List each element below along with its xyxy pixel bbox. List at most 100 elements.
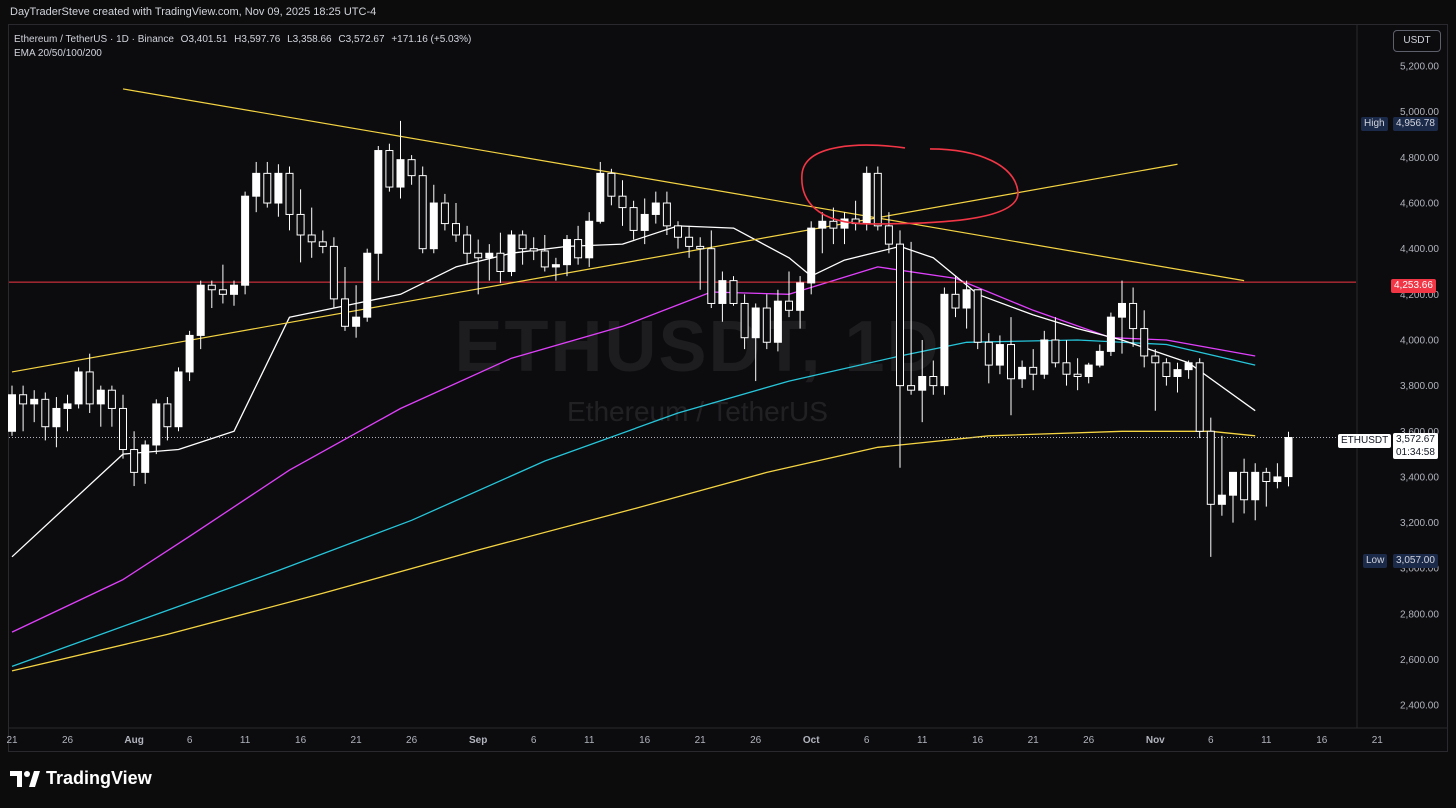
x-tick-label: 11 bbox=[1261, 735, 1272, 746]
candle-body bbox=[951, 293, 960, 309]
last-price-symbol-tag: ETHUSDT bbox=[1338, 434, 1392, 448]
candle-body bbox=[762, 307, 771, 343]
tradingview-logo[interactable]: TradingView bbox=[10, 768, 152, 789]
ema100-line bbox=[11, 339, 1256, 668]
x-tick-label: Aug bbox=[124, 735, 143, 746]
candle-body bbox=[696, 245, 705, 250]
candle-body bbox=[1140, 328, 1149, 357]
x-tick-label: Sep bbox=[469, 735, 487, 746]
candle-body bbox=[884, 225, 893, 245]
candle-body bbox=[818, 220, 827, 229]
x-tick-label: 21 bbox=[695, 735, 707, 746]
candle-body bbox=[440, 202, 449, 225]
price-chart[interactable]: 2,400.002,600.002,800.003,000.003,200.00… bbox=[0, 0, 1456, 752]
candle-body bbox=[551, 264, 560, 268]
candle-body bbox=[485, 252, 494, 259]
candle-body bbox=[1273, 476, 1282, 482]
candle-body bbox=[363, 252, 372, 318]
high-value-tag: 4,956.78 bbox=[1393, 117, 1438, 131]
y-tick-label: 3,200.00 bbox=[1400, 518, 1439, 529]
footer-bar bbox=[0, 752, 1456, 808]
tradingview-frame: DayTraderSteve created with TradingView.… bbox=[0, 0, 1456, 808]
candle-body bbox=[318, 241, 327, 247]
candle-body bbox=[285, 172, 294, 215]
currency-button[interactable]: USDT bbox=[1393, 30, 1441, 52]
x-tick-label: 16 bbox=[1316, 735, 1328, 746]
legend-close: C3,572.67 bbox=[338, 34, 385, 45]
candle-body bbox=[474, 252, 483, 259]
candle-body bbox=[729, 280, 738, 304]
candle-body bbox=[873, 172, 882, 227]
candle-body bbox=[629, 207, 638, 231]
candle-body bbox=[796, 282, 805, 311]
bar-countdown: 01:34:58 bbox=[1396, 447, 1435, 458]
candle-body bbox=[374, 150, 383, 254]
candle-body bbox=[496, 252, 505, 273]
candle-body bbox=[896, 243, 904, 387]
candle-body bbox=[1095, 350, 1104, 366]
candle-body bbox=[563, 239, 571, 266]
candle-body bbox=[463, 234, 472, 254]
candle-body bbox=[63, 403, 72, 409]
y-tick-label: 2,800.00 bbox=[1400, 609, 1439, 620]
candle-body bbox=[85, 371, 94, 405]
candle-body bbox=[19, 394, 28, 405]
candle-body bbox=[918, 376, 927, 391]
candle-body bbox=[96, 389, 105, 405]
y-tick-label: 5,200.00 bbox=[1400, 62, 1439, 73]
candle-body bbox=[274, 172, 283, 204]
candle-body bbox=[8, 394, 16, 432]
candle-body bbox=[152, 403, 161, 446]
candle-body bbox=[130, 449, 139, 473]
y-tick-label: 3,800.00 bbox=[1400, 381, 1439, 392]
y-tick-label: 4,000.00 bbox=[1400, 335, 1439, 346]
candle-body bbox=[1229, 471, 1237, 496]
x-tick-label: 16 bbox=[295, 735, 307, 746]
x-tick-label: 6 bbox=[1208, 735, 1214, 746]
x-tick-label: 6 bbox=[864, 735, 870, 746]
legend-high: H3,597.76 bbox=[234, 34, 281, 45]
candle-body bbox=[540, 250, 549, 268]
candle-body bbox=[174, 371, 183, 428]
candle-body bbox=[141, 444, 150, 473]
x-tick-label: 16 bbox=[639, 735, 651, 746]
candle-body bbox=[651, 202, 660, 215]
candle-body bbox=[1184, 362, 1193, 371]
x-tick-label: 21 bbox=[351, 735, 363, 746]
candle-body bbox=[685, 236, 694, 247]
candle-body bbox=[773, 300, 782, 343]
candle-body bbox=[707, 248, 716, 304]
candle-body bbox=[263, 172, 272, 204]
candle-body bbox=[418, 175, 427, 250]
candle-body bbox=[907, 385, 916, 391]
candle-body bbox=[163, 403, 172, 428]
candle-body bbox=[74, 371, 83, 405]
candle-body bbox=[1206, 430, 1215, 505]
candle-body bbox=[41, 398, 50, 428]
x-tick-label: Oct bbox=[803, 735, 820, 746]
candle-body bbox=[307, 234, 316, 243]
candle-body bbox=[352, 316, 361, 327]
x-tick-label: 26 bbox=[406, 735, 418, 746]
candle-body bbox=[1029, 366, 1038, 375]
y-tick-label: 4,600.00 bbox=[1400, 199, 1439, 210]
y-tick-label: 4,400.00 bbox=[1400, 244, 1439, 255]
x-tick-label: 11 bbox=[917, 735, 928, 746]
candle-body bbox=[518, 234, 527, 250]
candle-body bbox=[1262, 471, 1271, 482]
candle-body bbox=[607, 172, 616, 197]
candle-body bbox=[1217, 494, 1226, 505]
candle-body bbox=[1073, 373, 1082, 377]
candle-body bbox=[385, 150, 394, 188]
candle-body bbox=[252, 172, 261, 197]
candle-body bbox=[618, 195, 627, 209]
candle-body bbox=[218, 289, 227, 295]
candle-body bbox=[196, 284, 205, 336]
candle-body bbox=[1040, 339, 1049, 375]
candle-body bbox=[973, 289, 982, 343]
candle-body bbox=[1018, 366, 1027, 380]
candle-body bbox=[241, 195, 250, 286]
candle-body bbox=[341, 298, 349, 327]
candle-body bbox=[107, 389, 116, 409]
y-tick-label: 4,800.00 bbox=[1400, 153, 1439, 164]
